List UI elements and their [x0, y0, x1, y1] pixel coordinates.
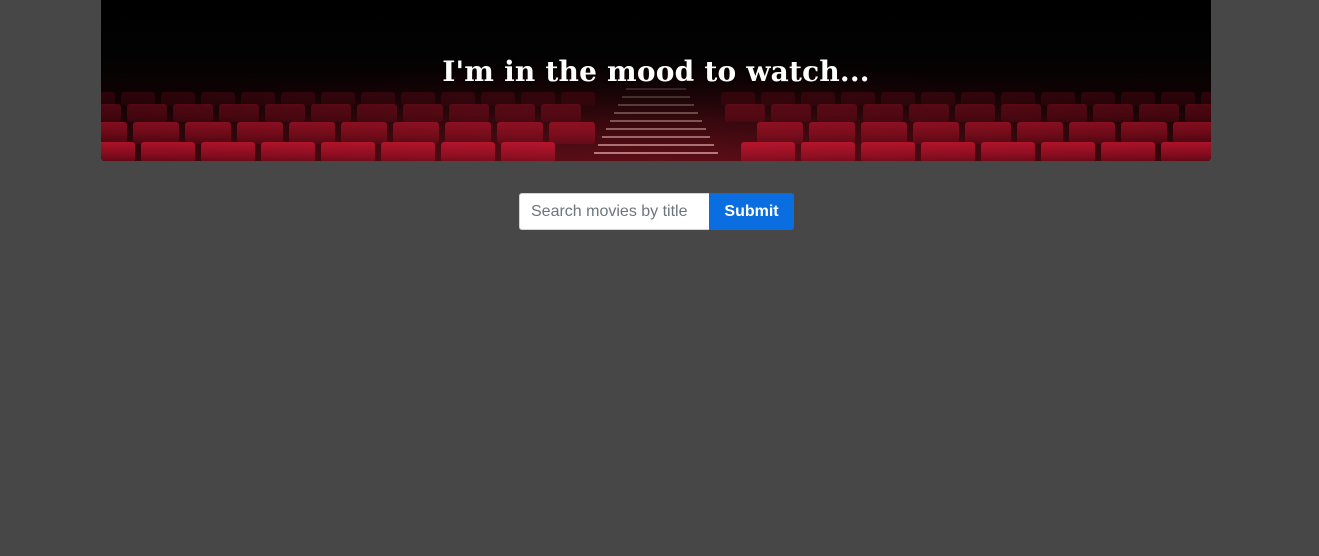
page: I'm in the mood to watch... Submit — [0, 0, 1319, 556]
submit-button[interactable]: Submit — [709, 193, 794, 230]
search-form: Submit — [519, 193, 794, 230]
search-input[interactable] — [519, 193, 709, 230]
page-title: I'm in the mood to watch... — [442, 55, 870, 88]
hero-banner: I'm in the mood to watch... — [101, 0, 1211, 161]
